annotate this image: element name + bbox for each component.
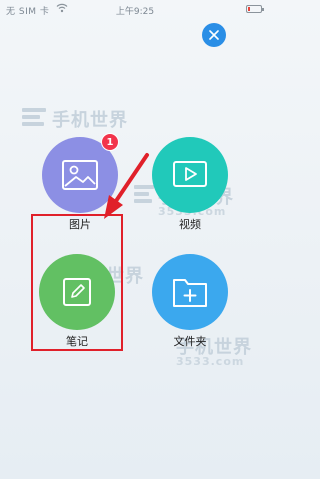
status-bar: 无 SIM 卡 上午9:25: [0, 0, 270, 20]
video-label: 视频: [179, 218, 201, 231]
battery-icon: [246, 5, 264, 13]
folder-button[interactable]: [152, 254, 228, 330]
highlight-box: [31, 214, 123, 351]
folder-label: 文件夹: [173, 335, 207, 348]
play-icon: [173, 161, 207, 187]
clock: 上午9:25: [115, 7, 155, 17]
image-icon: [62, 160, 98, 190]
folder-plus-icon: [173, 279, 207, 307]
close-icon: [209, 30, 219, 40]
watermark-logo: [22, 108, 46, 129]
notification-badge: 1: [101, 133, 119, 151]
video-button[interactable]: [152, 137, 228, 213]
close-button[interactable]: [202, 23, 226, 47]
watermark-url: 3533.com: [176, 355, 245, 368]
watermark-logo: [134, 185, 154, 206]
watermark-brand: 手机世界: [52, 110, 128, 131]
